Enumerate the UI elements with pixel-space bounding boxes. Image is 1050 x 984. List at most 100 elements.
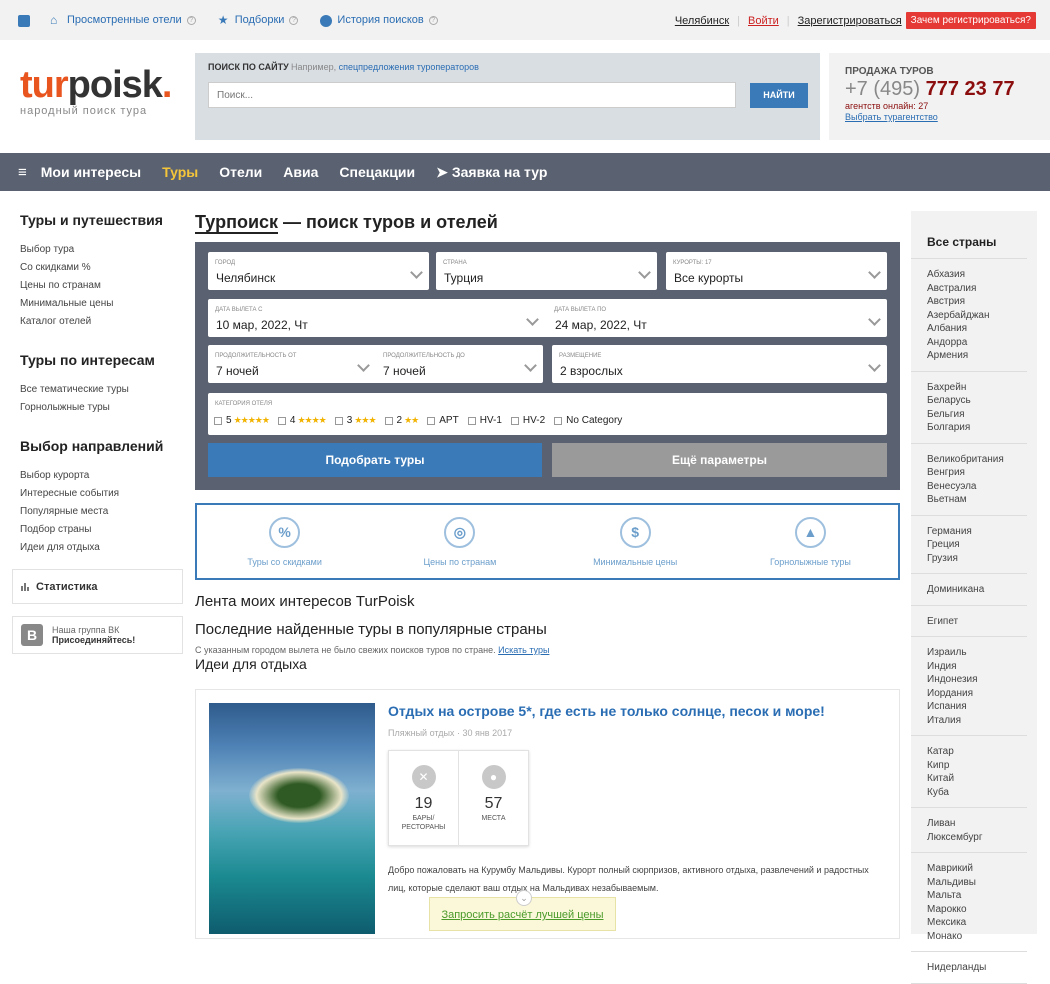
country-link[interactable]: Австралия xyxy=(927,282,1017,296)
city-selector[interactable]: Челябинск xyxy=(675,15,729,27)
link-resort-choice[interactable]: Выбор курорта xyxy=(20,467,195,485)
country-link[interactable]: Австрия xyxy=(927,295,1017,309)
link-events[interactable]: Интересные события xyxy=(20,485,195,503)
country-link[interactable]: Германия xyxy=(927,525,1017,539)
register-link[interactable]: Зарегистрироваться xyxy=(798,15,902,27)
link-tour-choice[interactable]: Выбор тура xyxy=(20,241,195,259)
country-link[interactable]: Монако xyxy=(927,930,1017,944)
country-link[interactable]: Иордания xyxy=(927,687,1017,701)
country-link[interactable]: Беларусь xyxy=(927,394,1017,408)
nav-tours[interactable]: Туры xyxy=(162,164,198,180)
request-price-button[interactable]: ⌄ Запросить расчёт лучшей цены xyxy=(429,890,616,931)
country-link[interactable]: Доминикана xyxy=(927,583,1017,597)
link-discounts[interactable]: Со скидками % xyxy=(20,259,195,277)
link-popular-places[interactable]: Популярные места xyxy=(20,503,195,521)
country-select[interactable]: СТРАНА Турция xyxy=(436,252,657,290)
nav-avia[interactable]: Авиа xyxy=(283,164,318,180)
link-min-prices[interactable]: Минимальные цены xyxy=(20,295,195,313)
country-link[interactable]: Вьетнам xyxy=(927,493,1017,507)
country-link[interactable]: Катар xyxy=(927,745,1017,759)
country-link[interactable]: Ливан xyxy=(927,817,1017,831)
why-register-button[interactable]: Зачем регистрироваться? xyxy=(905,12,1036,29)
country-link[interactable]: Венесуэла xyxy=(927,480,1017,494)
country-link[interactable]: Албания xyxy=(927,322,1017,336)
country-link[interactable]: Испания xyxy=(927,700,1017,714)
country-link[interactable]: Марокко xyxy=(927,903,1017,917)
search-button[interactable]: НАЙТИ xyxy=(750,83,808,108)
resorts-select[interactable]: КУРОРТЫ: 17 Все курорты xyxy=(666,252,887,290)
country-link[interactable]: Абхазия xyxy=(927,268,1017,282)
country-link[interactable]: Бахрейн xyxy=(927,381,1017,395)
category-4-checkbox[interactable]: 4 ★★★★ xyxy=(277,415,327,426)
country-link[interactable]: Кипр xyxy=(927,759,1017,773)
country-link[interactable]: Китай xyxy=(927,772,1017,786)
island-photo[interactable] xyxy=(209,703,375,934)
country-link[interactable]: Нидерланды xyxy=(927,961,1017,975)
choose-agency-link[interactable]: Выбрать турагентство xyxy=(845,112,938,122)
nav-my-interests[interactable]: Мои интересы xyxy=(41,164,141,180)
help-icon[interactable]: ? xyxy=(289,15,299,25)
collections-link[interactable]: ★ Подборки ? xyxy=(218,13,299,27)
special-offers-link[interactable]: спецпредложения туроператоров xyxy=(339,62,479,72)
login-link[interactable]: Войти xyxy=(748,15,779,27)
country-link[interactable]: Грузия xyxy=(927,552,1017,566)
viewed-hotels-link[interactable]: ⌂ Просмотренные отели ? xyxy=(50,13,196,27)
country-link[interactable]: Великобритания xyxy=(927,453,1017,467)
statistics-box[interactable]: Статистика xyxy=(12,569,183,604)
country-link[interactable]: Люксембург xyxy=(927,831,1017,845)
country-link[interactable]: Андорра xyxy=(927,336,1017,350)
category-hv2-checkbox[interactable]: HV-2 xyxy=(510,415,545,426)
find-tours-button[interactable]: Подобрать туры xyxy=(208,443,542,477)
search-input[interactable] xyxy=(208,82,736,108)
shortcut-discount-tours[interactable]: % Туры со скидками xyxy=(197,505,372,578)
country-link[interactable]: Египет xyxy=(927,615,1017,629)
shortcut-ski-tours[interactable]: ▲ Горнолыжные туры xyxy=(723,505,898,578)
country-link[interactable]: Италия xyxy=(927,714,1017,728)
search-tours-link[interactable]: Искать туры xyxy=(498,645,549,655)
category-apt-checkbox[interactable]: APT xyxy=(427,415,459,426)
menu-icon[interactable]: ≡ xyxy=(18,164,27,181)
turpoisk-title-link[interactable]: Турпоиск xyxy=(195,212,279,234)
country-link[interactable]: Азербайджан xyxy=(927,309,1017,323)
category-hv1-checkbox[interactable]: HV-1 xyxy=(467,415,502,426)
chevron-down-icon[interactable]: ⌄ xyxy=(516,890,532,906)
country-link[interactable]: Куба xyxy=(927,786,1017,800)
logo[interactable]: turpoisk. народный поиск тура xyxy=(20,65,172,117)
link-country-pick[interactable]: Подбор страны xyxy=(20,521,195,539)
country-link[interactable]: Болгария xyxy=(927,421,1017,435)
category-5-checkbox[interactable]: 5 ★★★★★ xyxy=(214,415,270,426)
nav-special-offers[interactable]: Спецакции xyxy=(339,164,415,180)
help-icon[interactable]: ? xyxy=(186,15,196,25)
link-hotel-catalog[interactable]: Каталог отелей xyxy=(20,313,195,331)
category-none-checkbox[interactable]: No Category xyxy=(554,415,622,426)
country-link[interactable]: Венгрия xyxy=(927,466,1017,480)
country-link[interactable]: Мальдивы xyxy=(927,876,1017,890)
category-2-checkbox[interactable]: 2 ★★ xyxy=(384,415,419,426)
link-prices-countries[interactable]: Цены по странам xyxy=(20,277,195,295)
country-link[interactable]: Индонезия xyxy=(927,673,1017,687)
country-link[interactable]: Индия xyxy=(927,660,1017,674)
search-history-link[interactable]: История поисков ? xyxy=(320,14,438,27)
country-link[interactable]: Греция xyxy=(927,538,1017,552)
help-icon[interactable]: ? xyxy=(428,15,438,25)
user-icon[interactable] xyxy=(18,15,30,27)
category-3-checkbox[interactable]: 3 ★★★ xyxy=(334,415,377,426)
date-from-field[interactable]: ДАТА ВЫЛЕТА С 10 мар, 2022, Чт ДАТА ВЫЛЕТ… xyxy=(208,299,887,337)
link-themed-tours[interactable]: Все тематические туры xyxy=(20,381,195,399)
shortcut-country-prices[interactable]: ◎ Цены по странам xyxy=(372,505,547,578)
idea-title-link[interactable]: Отдых на острове 5*, где есть не только … xyxy=(388,703,825,719)
country-link[interactable]: Маврикий xyxy=(927,862,1017,876)
country-link[interactable]: Армения xyxy=(927,349,1017,363)
country-link[interactable]: Израиль xyxy=(927,646,1017,660)
link-vacation-ideas[interactable]: Идеи для отдыха xyxy=(20,539,195,557)
duration-field[interactable]: ПРОДОЛЖИТЕЛЬНОСТЬ ОТ 7 ночей ПРОДОЛЖИТЕЛЬ… xyxy=(208,345,543,383)
city-select[interactable]: ГОРОД Челябинск xyxy=(208,252,429,290)
accommodation-select[interactable]: РАЗМЕЩЕНИЕ 2 взрослых xyxy=(552,345,887,383)
vk-group-box[interactable]: B Наша группа ВК Присоединяйтесь! xyxy=(12,616,183,654)
sales-phone[interactable]: +7 (495) 777 23 77 xyxy=(845,78,1034,101)
nav-hotels[interactable]: Отели xyxy=(219,164,262,180)
nav-tour-request[interactable]: ➤ Заявка на тур xyxy=(436,164,547,181)
more-params-button[interactable]: Ещё параметры xyxy=(552,443,887,477)
country-link[interactable]: Мальта xyxy=(927,889,1017,903)
link-ski-tours[interactable]: Горнолыжные туры xyxy=(20,399,195,417)
